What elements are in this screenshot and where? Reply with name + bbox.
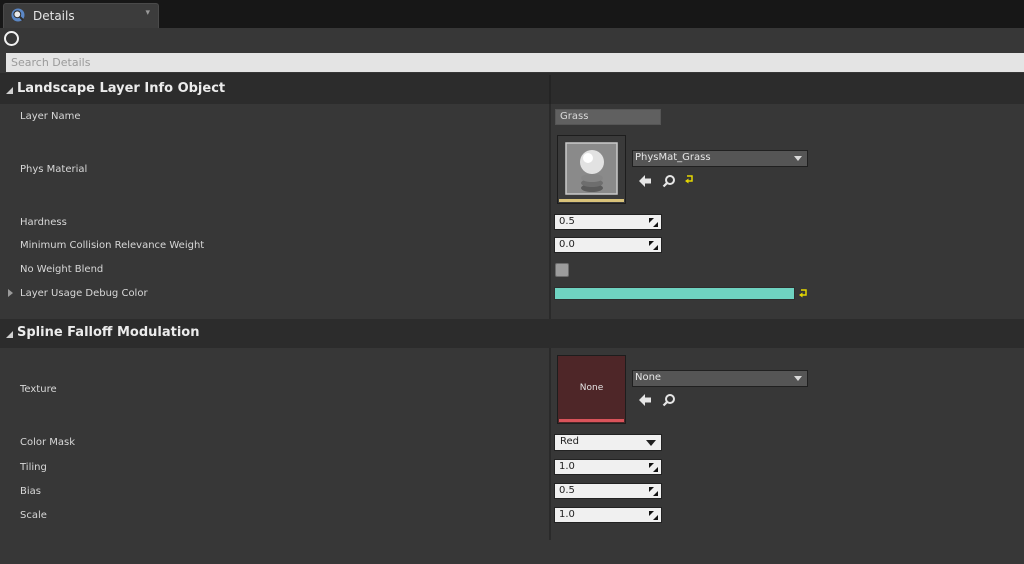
tab-title: Details [33,9,75,23]
tiling-value: 1.0 [559,461,575,472]
texture-label: Texture [20,384,57,395]
browse-search-icon[interactable] [662,393,676,407]
bias-value: 0.5 [559,485,575,496]
drag-resize-icon [649,218,658,227]
section-header-landscape-layer-info[interactable]: Landscape Layer Info Object [0,75,1024,104]
color-mask-dropdown[interactable]: Red [554,434,662,451]
tab-bar: Details ▾ [0,0,1024,28]
phys-material-label: Phys Material [20,164,88,175]
bias-field[interactable]: 0.5 [554,483,662,499]
chevron-down-icon [794,376,802,381]
color-mask-value: Red [560,436,579,447]
section-header-spline-falloff[interactable]: Spline Falloff Modulation [0,319,1024,348]
tiling-label: Tiling [20,462,47,473]
reset-to-default-icon[interactable] [799,289,808,298]
header-splitter [549,75,551,104]
texture-value: None [635,372,662,383]
phys-material-combo[interactable]: PhysMat_Grass [632,150,808,167]
details-magnifier-icon [11,8,25,22]
texture-thumbnail[interactable]: None [557,355,626,424]
phys-material-sphere-icon [565,142,618,195]
layer-name-label: Layer Name [20,111,81,122]
chevron-down-icon [794,156,802,161]
min-collision-field[interactable]: 0.0 [554,237,662,253]
hardness-field[interactable]: 0.5 [554,214,662,230]
no-weight-blend-label: No Weight Blend [20,264,104,275]
texture-combo[interactable]: None [632,370,808,387]
asset-type-bar [559,419,624,422]
hardness-value: 0.5 [559,216,575,227]
min-collision-label: Minimum Collision Relevance Weight [20,240,205,251]
drag-resize-icon [649,511,658,520]
drag-resize-icon [649,487,658,496]
asset-type-bar [559,199,624,202]
scale-value: 1.0 [559,509,575,520]
search-input[interactable] [6,53,1024,72]
expand-arrow-icon[interactable] [8,289,13,297]
scale-field[interactable]: 1.0 [554,507,662,523]
drag-resize-icon [649,241,658,250]
chevron-down-icon [646,440,656,446]
phys-material-thumbnail[interactable] [557,135,626,204]
section-title: Landscape Layer Info Object [17,81,226,96]
debug-color-label: Layer Usage Debug Color [20,288,148,299]
layer-name-field[interactable]: Grass [555,109,661,125]
debug-color-swatch[interactable] [554,287,795,300]
collapse-arrow-icon [6,87,13,94]
min-collision-value: 0.0 [559,239,575,250]
bias-label: Bias [20,486,41,497]
details-tab[interactable]: Details ▾ [3,3,159,28]
details-toolbar [0,28,1024,52]
tab-menu-icon[interactable]: ▾ [145,8,151,18]
no-weight-blend-checkbox[interactable] [555,263,569,277]
use-selected-arrow-icon[interactable] [638,393,652,407]
drag-resize-icon [649,463,658,472]
collapse-arrow-icon [6,331,13,338]
texture-thumb-text: None [579,383,604,393]
phys-material-value: PhysMat_Grass [635,152,711,163]
lock-ring-icon[interactable] [4,31,19,46]
use-selected-arrow-icon[interactable] [638,174,652,188]
browse-search-icon[interactable] [662,174,676,188]
scale-label: Scale [20,510,47,521]
hardness-label: Hardness [20,217,67,228]
reset-to-default-icon[interactable] [685,175,694,184]
tiling-field[interactable]: 1.0 [554,459,662,475]
color-mask-label: Color Mask [20,437,76,448]
section-title: Spline Falloff Modulation [17,325,200,340]
column-splitter[interactable] [549,75,551,540]
